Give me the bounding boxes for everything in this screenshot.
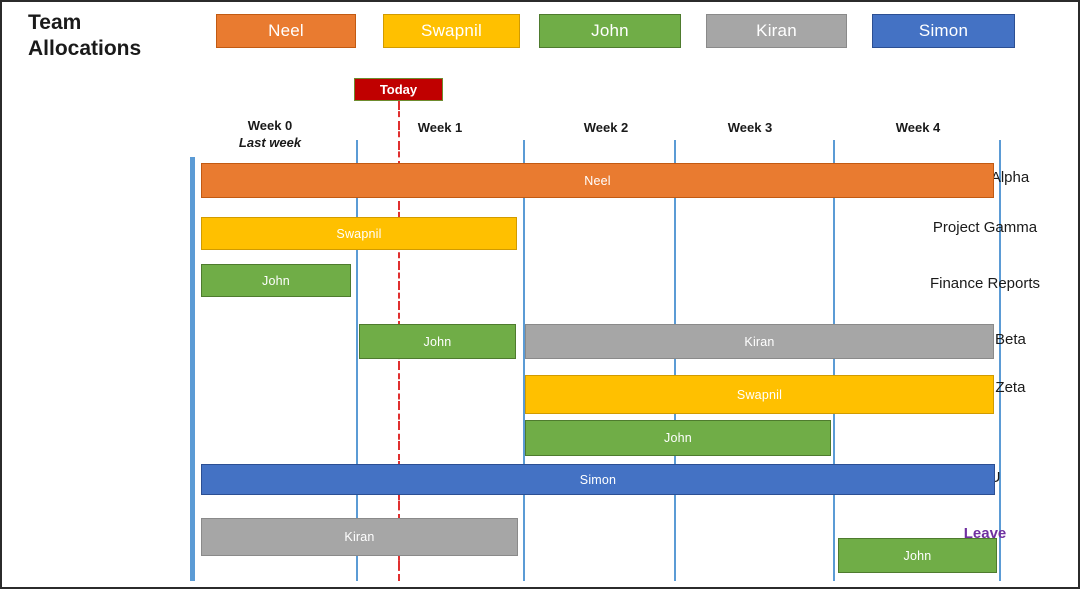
task-bar[interactable]: John (838, 538, 997, 573)
gridline-2 (674, 140, 676, 581)
gridline-0 (356, 140, 358, 581)
week-label-3: Week 3 (704, 120, 796, 135)
today-badge: Today (354, 78, 443, 101)
legend-chip-swapnil[interactable]: Swapnil (383, 14, 520, 48)
task-bar[interactable]: John (359, 324, 516, 359)
week-label-text: Week 4 (895, 120, 941, 135)
task-bar[interactable]: Kiran (201, 518, 518, 556)
week-label-2: Week 2 (560, 120, 652, 135)
legend-chip-simon[interactable]: Simon (872, 14, 1015, 48)
chart-left-axis (190, 157, 195, 581)
week-label-text: Week 0 (247, 118, 293, 133)
task-bar[interactable]: Simon (201, 464, 995, 495)
week-sublabel-text: Last week (238, 135, 302, 150)
week-label-4: Week 4 (872, 120, 964, 135)
week-label-0: Week 0 Last week (224, 118, 316, 150)
page-title: Team Allocations (28, 11, 142, 61)
row-label-finance-reports: Finance Reports (929, 275, 1041, 292)
legend-chip-john[interactable]: John (539, 14, 681, 48)
task-bar[interactable]: John (201, 264, 351, 297)
week-label-text: Week 2 (583, 120, 629, 135)
task-bar[interactable]: Kiran (525, 324, 994, 359)
gridline-4 (999, 140, 1001, 581)
task-bar[interactable]: John (525, 420, 831, 456)
week-label-text: Week 3 (727, 120, 773, 135)
gantt-chart-canvas: Team Allocations Neel Swapnil John Kiran Sim… (0, 0, 1080, 589)
legend-chip-kiran[interactable]: Kiran (706, 14, 847, 48)
gridline-1 (523, 140, 525, 581)
gridline-3 (833, 140, 835, 581)
task-bar[interactable]: Swapnil (525, 375, 994, 414)
legend-chip-neel[interactable]: Neel (216, 14, 356, 48)
task-bar[interactable]: Neel (201, 163, 994, 198)
week-label-1: Week 1 (394, 120, 486, 135)
task-bar[interactable]: Swapnil (201, 217, 517, 250)
week-label-text: Week 1 (417, 120, 463, 135)
row-label-project-gamma: Project Gamma (932, 219, 1038, 236)
